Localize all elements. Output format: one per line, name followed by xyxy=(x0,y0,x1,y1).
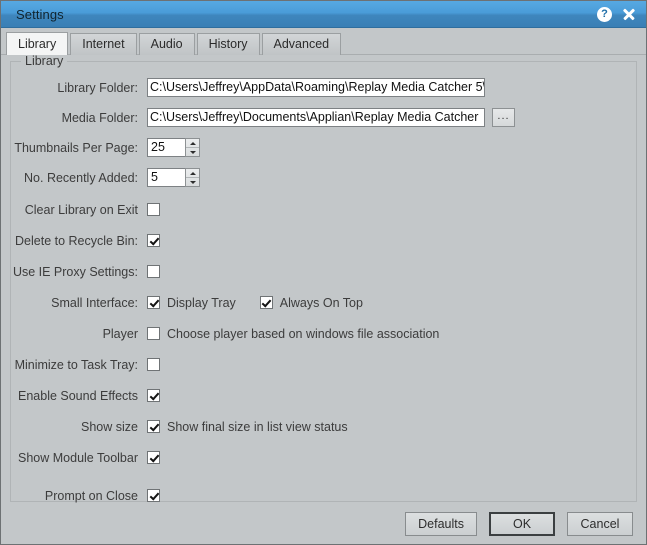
always-on-top-checkbox[interactable] xyxy=(259,296,273,309)
row-show-module-toolbar: Show Module Toolbar xyxy=(11,448,636,467)
row-small-interface: Small Interface: Display Tray Always On … xyxy=(11,293,636,312)
defaults-button[interactable]: Defaults xyxy=(405,512,477,536)
display-tray-label: Display Tray xyxy=(167,295,236,310)
group-box-legend: Library xyxy=(21,54,68,68)
row-delete-to-recycle-bin: Delete to Recycle Bin: xyxy=(11,231,636,250)
row-enable-sound-effects: Enable Sound Effects xyxy=(11,386,636,405)
row-thumbnails-per-page: Thumbnails Per Page: 25 xyxy=(11,138,636,157)
row-prompt-on-close: Prompt on Close xyxy=(11,486,636,505)
dialog-footer: Defaults OK Cancel xyxy=(1,504,646,544)
thumbnails-per-page-label: Thumbnails Per Page: xyxy=(14,140,138,155)
delete-to-recycle-bin-checkbox[interactable] xyxy=(147,234,160,247)
row-minimize-to-task-tray: Minimize to Task Tray: xyxy=(11,355,636,374)
use-ie-proxy-settings-checkbox[interactable] xyxy=(147,265,160,278)
settings-rows: Library Folder: C:\Users\Jeffrey\AppData… xyxy=(11,78,636,505)
row-use-ie-proxy-settings: Use IE Proxy Settings: xyxy=(11,262,636,281)
player-label: Player xyxy=(102,326,138,341)
prompt-on-close-checkbox[interactable] xyxy=(147,489,160,502)
window-title: Settings xyxy=(16,6,64,22)
title-bar-buttons: ? xyxy=(597,1,637,27)
delete-to-recycle-bin-label: Delete to Recycle Bin: xyxy=(15,233,138,248)
title-bar: Settings ? xyxy=(1,1,646,28)
row-library-folder: Library Folder: C:\Users\Jeffrey\AppData… xyxy=(11,78,636,97)
tab-content-library: Library Library Folder: C:\Users\Jeffrey… xyxy=(1,54,646,505)
recently-added-spin-down-icon[interactable] xyxy=(186,177,199,186)
recently-added-input[interactable]: 5 xyxy=(147,168,185,187)
enable-sound-effects-checkbox[interactable] xyxy=(147,389,160,402)
display-tray-checkbox[interactable] xyxy=(147,296,160,309)
row-media-folder: Media Folder: C:\Users\Jeffrey\Documents… xyxy=(11,108,636,127)
ok-button[interactable]: OK xyxy=(489,512,555,536)
clear-library-on-exit-checkbox[interactable] xyxy=(147,203,160,216)
always-on-top-label: Always On Top xyxy=(279,295,363,310)
browse-media-folder-button[interactable]: ... xyxy=(492,108,515,127)
thumbnails-per-page-input[interactable]: 25 xyxy=(147,138,185,157)
row-clear-library-on-exit: Clear Library on Exit xyxy=(11,200,636,219)
clear-library-on-exit-label: Clear Library on Exit xyxy=(24,202,138,217)
row-player: Player Choose player based on windows fi… xyxy=(11,324,636,343)
small-interface-label: Small Interface: xyxy=(51,295,138,310)
choose-player-label: Choose player based on windows file asso… xyxy=(167,326,440,341)
tab-advanced[interactable]: Advanced xyxy=(261,33,342,55)
tab-library[interactable]: Library xyxy=(6,32,69,55)
show-size-label: Show size xyxy=(81,419,138,434)
library-folder-input[interactable]: C:\Users\Jeffrey\AppData\Roaming\Replay … xyxy=(147,78,485,97)
thumbnails-spin-down-icon[interactable] xyxy=(186,147,199,156)
tab-strip: Library Internet Audio History Advanced xyxy=(1,28,646,55)
show-module-toolbar-label: Show Module Toolbar xyxy=(18,450,138,465)
thumbnails-per-page-stepper: 25 xyxy=(147,138,200,157)
enable-sound-effects-label: Enable Sound Effects xyxy=(18,388,138,403)
minimize-to-task-tray-checkbox[interactable] xyxy=(147,358,160,371)
tab-history[interactable]: History xyxy=(196,33,260,55)
tab-audio[interactable]: Audio xyxy=(138,33,195,55)
recently-added-label: No. Recently Added: xyxy=(24,170,138,185)
use-ie-proxy-settings-label: Use IE Proxy Settings: xyxy=(12,264,138,279)
prompt-on-close-label: Prompt on Close xyxy=(44,488,138,503)
cancel-button[interactable]: Cancel xyxy=(567,512,633,536)
media-folder-label: Media Folder: xyxy=(61,110,138,125)
show-module-toolbar-checkbox[interactable] xyxy=(147,451,160,464)
close-icon[interactable] xyxy=(621,6,637,22)
settings-dialog: Settings ? Library Internet Audio Histor… xyxy=(0,0,647,545)
library-group-box: Library Library Folder: C:\Users\Jeffrey… xyxy=(10,54,637,505)
recently-added-stepper: 5 xyxy=(147,168,200,187)
show-size-checkbox[interactable] xyxy=(147,420,160,433)
library-folder-label: Library Folder: xyxy=(57,80,138,95)
thumbnails-spin-up-icon[interactable] xyxy=(186,139,199,147)
recently-added-spin-up-icon[interactable] xyxy=(186,169,199,177)
media-folder-input[interactable]: C:\Users\Jeffrey\Documents\Applian\Repla… xyxy=(147,108,485,127)
row-show-size: Show size Show final size in list view s… xyxy=(11,417,636,436)
tab-internet[interactable]: Internet xyxy=(70,33,137,55)
row-recently-added: No. Recently Added: 5 xyxy=(11,168,636,187)
minimize-to-task-tray-label: Minimize to Task Tray: xyxy=(14,357,138,372)
help-icon[interactable]: ? xyxy=(597,6,612,22)
show-final-size-label: Show final size in list view status xyxy=(167,419,348,434)
choose-player-checkbox[interactable] xyxy=(147,327,160,340)
